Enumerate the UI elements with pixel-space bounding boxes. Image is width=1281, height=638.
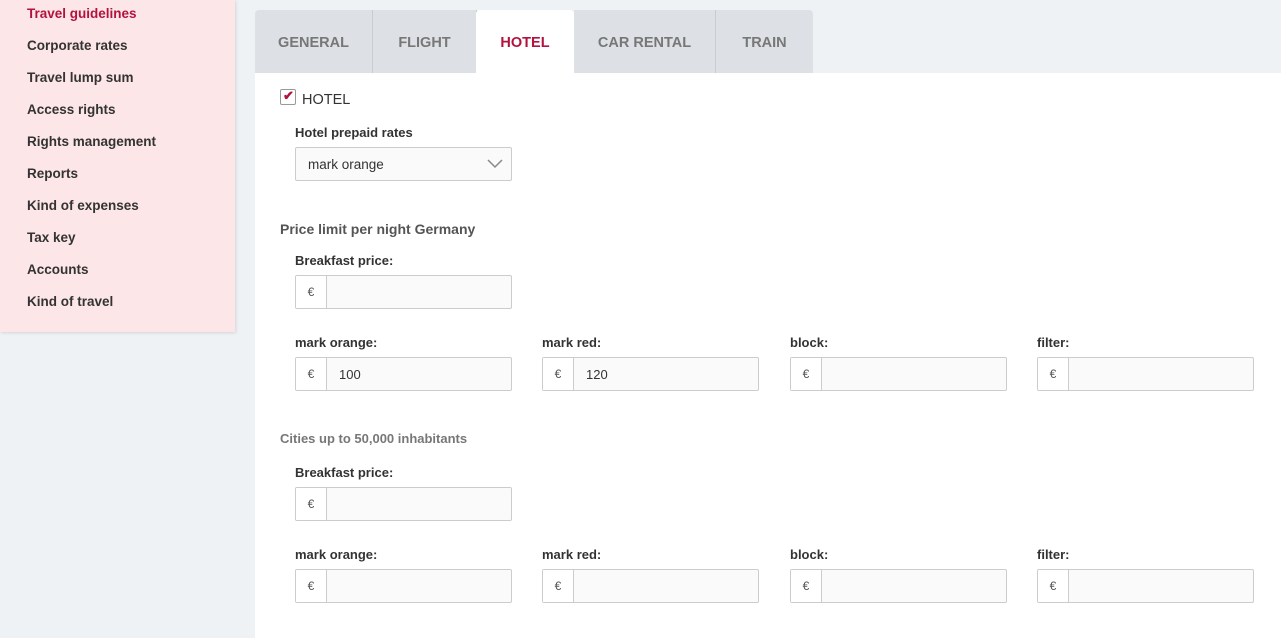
breakfast-price-input[interactable] [327,276,511,308]
sidebar-item-access-rights[interactable]: Access rights [27,102,116,118]
sidebar-item-kind-of-travel[interactable]: Kind of travel [27,294,113,310]
mark-red-field: € [542,569,759,603]
block-field: € [790,569,1007,603]
euro-icon: € [791,570,822,602]
breakfast-price-field: € [295,487,512,521]
mark-orange-label: mark orange: [295,547,378,562]
mark-red-field: € [542,357,759,391]
block-input[interactable] [822,570,1006,602]
mark-red-label: mark red: [542,547,602,562]
filter-field: € [1037,569,1254,603]
tab-car-rental[interactable]: CAR RENTAL [574,10,716,73]
mark-orange-input[interactable] [327,570,511,602]
prepaid-rates-label: Hotel prepaid rates [295,125,413,140]
chevron-down-icon [487,159,503,169]
tab-train[interactable]: TRAIN [716,10,813,73]
filter-field: € [1037,357,1254,391]
mark-orange-input[interactable] [327,358,511,390]
sidebar-item-travel-guidelines[interactable]: Travel guidelines [27,6,137,22]
block-input[interactable] [822,358,1006,390]
breakfast-price-label: Breakfast price: [295,465,394,480]
filter-input[interactable] [1069,358,1253,390]
euro-icon: € [296,358,327,390]
euro-icon: € [296,276,327,308]
euro-icon: € [1038,570,1069,602]
block-label: block: [790,335,829,350]
breakfast-price-field: € [295,275,512,309]
hotel-settings-panel: ✔ HOTEL Hotel prepaid rates mark orange … [255,73,1281,638]
sidebar-item-corporate-rates[interactable]: Corporate rates [27,38,128,54]
mark-red-input[interactable] [574,570,758,602]
sidebar-item-kind-of-expenses[interactable]: Kind of expenses [27,198,139,214]
euro-icon: € [296,488,327,520]
breakfast-price-label: Breakfast price: [295,253,394,268]
mark-orange-field: € [295,357,512,391]
prepaid-rates-value: mark orange [308,157,384,172]
sidebar-item-travel-lump-sum[interactable]: Travel lump sum [27,70,134,86]
section-title-germany: Price limit per night Germany [280,221,476,237]
sidebar-item-tax-key[interactable]: Tax key [27,230,76,246]
tab-general[interactable]: GENERAL [255,10,373,73]
mark-red-input[interactable] [574,358,758,390]
sidebar-item-accounts[interactable]: Accounts [27,262,89,278]
euro-icon: € [296,570,327,602]
euro-icon: € [543,570,574,602]
euro-icon: € [791,358,822,390]
sidebar: Travel guidelines Corporate rates Travel… [0,0,235,332]
hotel-checkbox-label: HOTEL [302,92,351,108]
tab-hotel[interactable]: HOTEL [476,10,574,73]
filter-input[interactable] [1069,570,1253,602]
block-label: block: [790,547,829,562]
section-title-small-cities: Cities up to 50,000 inhabitants [280,431,468,446]
tab-flight[interactable]: FLIGHT [373,10,477,73]
hotel-checkbox[interactable]: ✔ [280,88,296,105]
sidebar-item-rights-management[interactable]: Rights management [27,134,156,150]
filter-label: filter: [1037,547,1070,562]
mark-orange-label: mark orange: [295,335,378,350]
breakfast-price-input[interactable] [327,488,511,520]
euro-icon: € [1038,358,1069,390]
block-field: € [790,357,1007,391]
prepaid-rates-select[interactable]: mark orange [295,147,512,181]
checkmark-icon: ✔ [283,88,294,103]
euro-icon: € [543,358,574,390]
mark-orange-field: € [295,569,512,603]
filter-label: filter: [1037,335,1070,350]
sidebar-item-reports[interactable]: Reports [27,166,78,182]
mark-red-label: mark red: [542,335,602,350]
